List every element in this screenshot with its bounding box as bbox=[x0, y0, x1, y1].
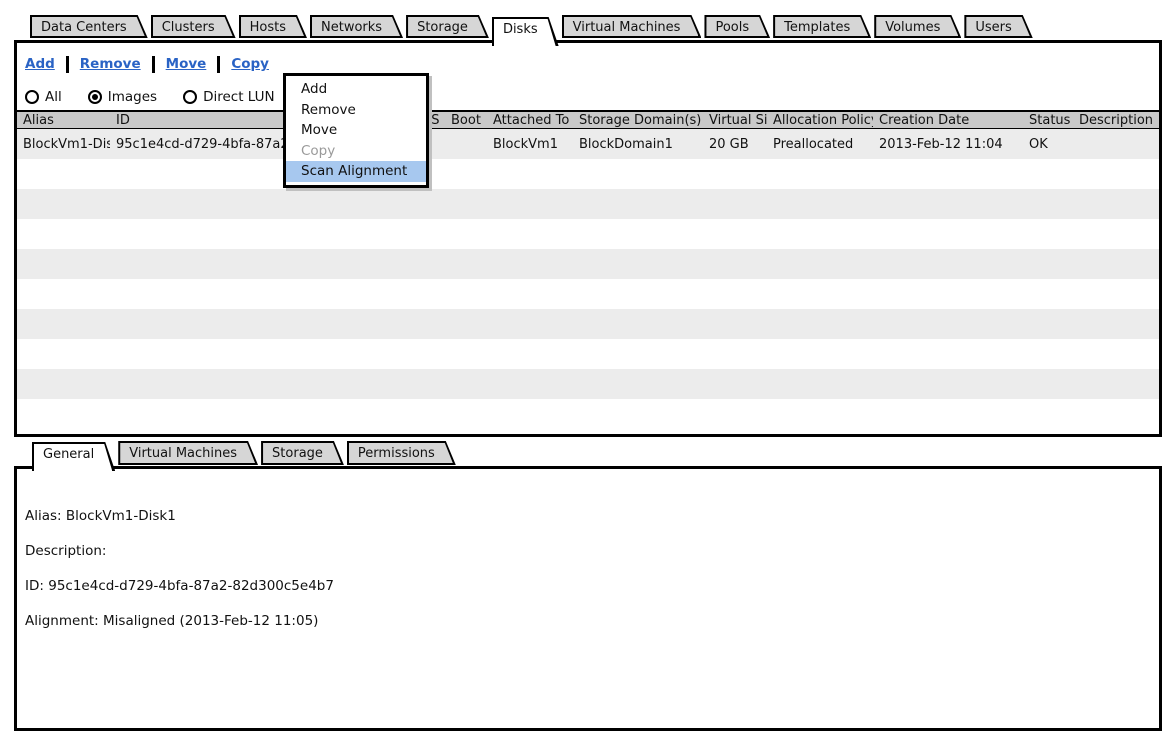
tab-storage[interactable]: Storage bbox=[406, 15, 489, 38]
tab-clusters[interactable]: Clusters bbox=[151, 15, 236, 38]
cell-allocation-policy: Preallocated bbox=[767, 137, 873, 152]
empty-row bbox=[17, 219, 1159, 249]
toolbar-separator bbox=[217, 56, 220, 73]
toolbar-separator bbox=[152, 56, 155, 73]
radio-all[interactable]: All bbox=[25, 89, 62, 105]
detail-alignment-label: Alignment: bbox=[25, 613, 99, 629]
col-header-allocation-policy[interactable]: Allocation Policy bbox=[767, 113, 873, 128]
disk-context-menu: Add Remove Move Copy Scan Alignment bbox=[283, 73, 429, 188]
tab-data-centers[interactable]: Data Centers bbox=[30, 15, 148, 38]
empty-row bbox=[17, 369, 1159, 399]
copy-link[interactable]: Copy bbox=[231, 56, 269, 72]
detail-alias: Alias: BlockVm1-Disk1 bbox=[25, 499, 1159, 534]
tab-users[interactable]: Users bbox=[964, 15, 1032, 38]
detail-tab-permissions[interactable]: Permissions bbox=[347, 441, 456, 465]
menu-item-scan-alignment[interactable]: Scan Alignment bbox=[286, 161, 426, 182]
detail-description: Description: bbox=[25, 534, 1159, 569]
detail-id-value: 95c1e4cd-d729-4bfa-87a2-82d300c5e4b7 bbox=[48, 578, 334, 594]
disk-type-filter: All Images Direct LUN bbox=[25, 87, 1159, 107]
move-link[interactable]: Move bbox=[166, 56, 207, 72]
tab-disks[interactable]: Disks bbox=[492, 17, 559, 46]
col-header-alias[interactable]: Alias bbox=[17, 113, 110, 128]
empty-row bbox=[17, 309, 1159, 339]
radio-icon bbox=[183, 90, 197, 104]
main-tab-bar: Data Centers Clusters Hosts Networks Sto… bbox=[30, 15, 1033, 46]
tab-pools[interactable]: Pools bbox=[704, 15, 770, 38]
empty-row bbox=[17, 339, 1159, 369]
detail-tab-general[interactable]: General bbox=[32, 442, 115, 471]
empty-row bbox=[17, 189, 1159, 219]
tab-hosts[interactable]: Hosts bbox=[239, 15, 307, 38]
cell-storage-domains: BlockDomain1 bbox=[573, 137, 703, 152]
radio-selected-icon bbox=[88, 90, 102, 104]
detail-description-label: Description: bbox=[25, 543, 106, 559]
col-header-status[interactable]: Status bbox=[1023, 113, 1073, 128]
disks-table: Alias ID OS Boot Attached To Storage Dom… bbox=[17, 110, 1159, 429]
col-header-storage-domains[interactable]: Storage Domain(s) bbox=[573, 113, 703, 128]
menu-item-copy: Copy bbox=[286, 141, 426, 162]
col-header-attached-to[interactable]: Attached To bbox=[487, 113, 573, 128]
detail-alignment-value: Misaligned (2013-Feb-12 11:05) bbox=[103, 613, 318, 629]
detail-tab-bar: General Virtual Machines Storage Permiss… bbox=[32, 441, 456, 471]
cell-alias: BlockVm1-Disk1 bbox=[17, 137, 110, 152]
radio-images[interactable]: Images bbox=[88, 89, 157, 105]
radio-direct-lun[interactable]: Direct LUN bbox=[183, 89, 275, 105]
admin-portal: Data Centers Clusters Hosts Networks Sto… bbox=[0, 0, 1176, 745]
detail-tab-virtual-machines[interactable]: Virtual Machines bbox=[118, 441, 258, 465]
empty-row bbox=[17, 159, 1159, 189]
radio-icon bbox=[25, 90, 39, 104]
tab-templates[interactable]: Templates bbox=[773, 15, 871, 38]
cell-status: OK bbox=[1023, 137, 1073, 152]
col-header-boot[interactable]: Boot bbox=[445, 113, 487, 128]
table-row-blockvm1-disk1[interactable]: BlockVm1-Disk1 95c1e4cd-d729-4bfa-87a2-8… bbox=[17, 129, 1159, 159]
detail-id-label: ID: bbox=[25, 578, 44, 594]
table-header-row: Alias ID OS Boot Attached To Storage Dom… bbox=[17, 110, 1159, 129]
remove-link[interactable]: Remove bbox=[80, 56, 141, 72]
add-link[interactable]: Add bbox=[25, 56, 55, 72]
detail-alignment: Alignment: Misaligned (2013-Feb-12 11:05… bbox=[25, 604, 1159, 639]
menu-item-remove[interactable]: Remove bbox=[286, 100, 426, 121]
cell-attached-to: BlockVm1 bbox=[487, 137, 573, 152]
disks-toolbar: Add Remove Move Copy bbox=[25, 54, 1159, 74]
general-detail-pane: Alias: BlockVm1-Disk1 Description: ID: 9… bbox=[14, 466, 1162, 731]
col-header-virtual-size[interactable]: Virtual Size bbox=[703, 113, 767, 128]
cell-virtual-size: 20 GB bbox=[703, 137, 767, 152]
general-fields: Alias: BlockVm1-Disk1 Description: ID: 9… bbox=[17, 469, 1159, 639]
empty-row bbox=[17, 399, 1159, 429]
cell-creation-date: 2013-Feb-12 11:04 bbox=[873, 137, 1023, 152]
tab-networks[interactable]: Networks bbox=[310, 15, 403, 38]
detail-alias-label: Alias: bbox=[25, 508, 62, 524]
col-header-creation-date[interactable]: Creation Date bbox=[873, 113, 1023, 128]
tab-volumes[interactable]: Volumes bbox=[874, 15, 961, 38]
detail-id: ID: 95c1e4cd-d729-4bfa-87a2-82d300c5e4b7 bbox=[25, 569, 1159, 604]
detail-alias-value: BlockVm1-Disk1 bbox=[66, 508, 176, 524]
detail-tab-storage[interactable]: Storage bbox=[261, 441, 344, 465]
menu-item-move[interactable]: Move bbox=[286, 120, 426, 141]
toolbar-separator bbox=[66, 56, 69, 73]
menu-item-add[interactable]: Add bbox=[286, 79, 426, 100]
empty-row bbox=[17, 249, 1159, 279]
tab-virtual-machines[interactable]: Virtual Machines bbox=[562, 15, 702, 38]
col-header-description[interactable]: Description bbox=[1073, 113, 1159, 128]
disks-pane: Add Remove Move Copy All Images Direct L… bbox=[14, 40, 1162, 437]
empty-row bbox=[17, 279, 1159, 309]
